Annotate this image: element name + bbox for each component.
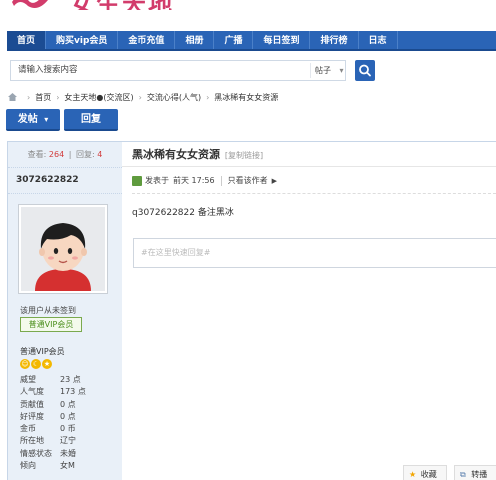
breadcrumb-thread[interactable]: 黑冰稀有女女资源 bbox=[214, 92, 278, 103]
prop-value: 女M bbox=[60, 461, 75, 471]
views-count: 264 bbox=[48, 150, 65, 159]
search-bar: 请输入搜索内容 帖子 ▾ bbox=[10, 60, 490, 82]
favorite-label: 收藏 bbox=[420, 470, 437, 479]
avatar[interactable] bbox=[18, 204, 108, 294]
thread-header: 黑冰稀有女女资源 [复制链接] bbox=[122, 141, 496, 167]
smile-medal-icon: ☺ bbox=[20, 359, 30, 369]
prop-name: 倾向 bbox=[20, 461, 36, 471]
profile-row-relationship: 情感状态 未婚 bbox=[20, 448, 120, 460]
reply-button[interactable]: 回复 bbox=[64, 109, 118, 131]
nav-item-buy-vip[interactable]: 购买vip会员 bbox=[46, 31, 119, 49]
new-post-button[interactable]: 发帖 ▾ bbox=[6, 109, 60, 131]
prop-name: 金币 bbox=[20, 424, 36, 434]
breadcrumb-separator: › bbox=[56, 92, 60, 102]
breadcrumb: › 首页 › 女主天地●(交流区) › 交流心得(人气) › 黑冰稀有女女资源 bbox=[7, 91, 278, 103]
share-icon: ⧉ bbox=[460, 470, 466, 479]
meta-divider bbox=[220, 175, 222, 186]
prop-name: 情感状态 bbox=[20, 448, 52, 458]
replies-label: 回复: bbox=[75, 150, 95, 159]
replies-count: 4 bbox=[97, 150, 103, 159]
post-content: q3072622822 备注黑冰 bbox=[132, 208, 234, 218]
search-type-label: 帖子 bbox=[315, 66, 331, 75]
site-logo[interactable]: 女生天地 bbox=[10, 0, 210, 10]
prop-value: 0 点 bbox=[60, 411, 76, 421]
chevron-down-icon: ▾ bbox=[44, 115, 49, 124]
nav-item-recharge[interactable]: 金币充值 bbox=[118, 31, 176, 49]
profile-row-rating: 好评度 0 点 bbox=[20, 411, 120, 423]
home-icon[interactable] bbox=[7, 92, 18, 102]
nav-item-blog[interactable]: 日志 bbox=[359, 31, 398, 49]
posted-time: 前天 17:56 bbox=[173, 176, 215, 185]
prop-name: 贡献值 bbox=[20, 399, 44, 409]
prop-name: 人气度 bbox=[20, 387, 44, 397]
logo-mark-icon bbox=[12, 0, 48, 8]
prop-name: 所在地 bbox=[20, 436, 44, 446]
profile-row-prestige: 威望 23 点 bbox=[20, 374, 120, 386]
only-author-link[interactable]: 只看该作者 bbox=[228, 175, 268, 186]
share-button[interactable]: ⧉ 转播 bbox=[454, 465, 496, 480]
share-label: 转播 bbox=[471, 470, 488, 479]
thread-stats: 查看: 264 | 回复: 4 bbox=[8, 142, 122, 168]
profile-row-popularity: 人气度 173 点 bbox=[20, 386, 120, 398]
nav-item-checkin[interactable]: 每日签到 bbox=[253, 31, 311, 49]
star-medal-icon: ★ bbox=[42, 359, 52, 369]
nav-item-broadcast[interactable]: 广播 bbox=[214, 31, 254, 49]
user-group[interactable]: 普通VIP会员 bbox=[20, 346, 65, 357]
prop-value: 23 点 bbox=[60, 375, 81, 384]
copy-link-button[interactable]: [复制链接] bbox=[225, 151, 263, 160]
breadcrumb-separator: › bbox=[138, 92, 142, 102]
favorite-button[interactable]: ★ 收藏 bbox=[403, 465, 447, 480]
moon-medal-icon: ☾ bbox=[31, 359, 41, 369]
profile-row-location: 所在地 辽宁 bbox=[20, 435, 120, 447]
search-button[interactable] bbox=[355, 60, 375, 81]
prop-value: 未婚 bbox=[60, 448, 76, 458]
author-sidebar: 查看: 264 | 回复: 4 3072622822 该用户从未签到 普通VIP… bbox=[7, 141, 122, 480]
search-input[interactable]: 请输入搜索内容 bbox=[10, 60, 346, 81]
post-meta: 发表于 前天 17:56 只看该作者 ▶ bbox=[132, 175, 277, 186]
profile-row-orientation: 倾向 女M bbox=[20, 460, 120, 472]
stats-separator: | bbox=[68, 150, 72, 159]
chevron-down-icon: ▾ bbox=[339, 66, 344, 75]
profile-row-coins: 金币 0 币 bbox=[20, 423, 120, 435]
prop-value: 0 币 bbox=[60, 424, 76, 434]
breadcrumb-home[interactable]: 首页 bbox=[35, 92, 51, 103]
views-label: 查看: bbox=[27, 150, 47, 159]
prop-value: 0 点 bbox=[60, 399, 76, 409]
star-icon: ★ bbox=[409, 470, 417, 479]
prop-name: 好评度 bbox=[20, 411, 44, 421]
prop-value: 173 点 bbox=[60, 387, 86, 397]
posted-label: 发表于 bbox=[145, 176, 169, 185]
main-nav: 首页 购买vip会员 金币充值 相册 广播 每日签到 排行榜 日志 bbox=[7, 31, 496, 51]
avatar-image bbox=[21, 207, 105, 291]
nav-item-ranking[interactable]: 排行榜 bbox=[310, 31, 359, 49]
profile-row-contribution: 贡献值 0 点 bbox=[20, 399, 120, 411]
online-status-icon bbox=[132, 175, 142, 186]
new-post-label: 发帖 bbox=[17, 114, 38, 125]
signin-note: 该用户从未签到 bbox=[20, 306, 76, 315]
breadcrumb-forum[interactable]: 女主天地●(交流区) bbox=[64, 92, 133, 103]
nav-item-album[interactable]: 相册 bbox=[175, 31, 215, 49]
search-icon bbox=[359, 64, 371, 77]
quick-reply-field[interactable]: #在这里快速回复# bbox=[133, 238, 496, 268]
breadcrumb-separator: › bbox=[27, 92, 31, 102]
prop-name: 威望 bbox=[20, 375, 36, 384]
logo-text: 女生天地 bbox=[70, 0, 174, 10]
arrow-right-icon: ▶ bbox=[271, 176, 277, 185]
author-name[interactable]: 3072622822 bbox=[8, 168, 122, 194]
breadcrumb-separator: › bbox=[206, 92, 210, 102]
nav-item-home[interactable]: 首页 bbox=[7, 31, 47, 49]
breadcrumb-board[interactable]: 交流心得(人气) bbox=[147, 92, 201, 103]
prop-value: 辽宁 bbox=[60, 436, 76, 446]
thread-title: 黑冰稀有女女资源 bbox=[132, 148, 220, 161]
search-type-select[interactable]: 帖子 ▾ bbox=[310, 63, 354, 78]
vip-badge[interactable]: 普通VIP会员 bbox=[20, 317, 82, 332]
divider bbox=[132, 193, 496, 194]
author-profile: 威望 23 点 人气度 173 点 贡献值 0 点 好评度 0 点 金币 0 币 所在地 辽… bbox=[20, 374, 120, 472]
medals: ☺ ☾ ★ bbox=[20, 359, 52, 369]
